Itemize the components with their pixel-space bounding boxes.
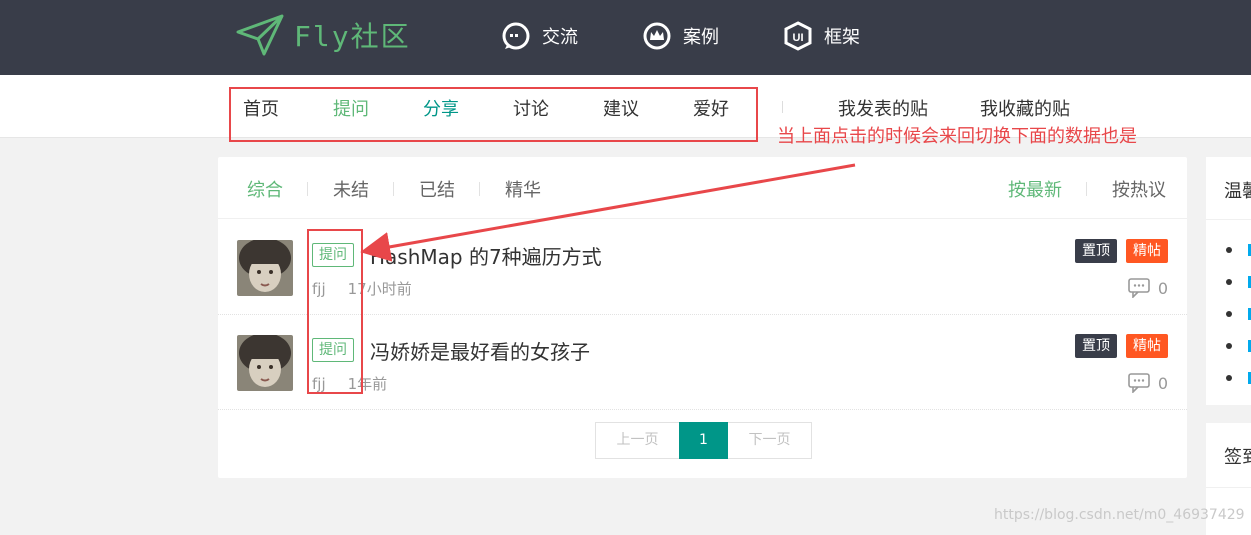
comment-icon	[1128, 373, 1150, 393]
next-page-button[interactable]: 下一页	[728, 422, 812, 459]
sidebar-notice-title: 温馨	[1224, 181, 1251, 202]
filter-bar: 综合 未结 已结 精华 按最新 按热议	[218, 157, 1187, 219]
sidebar-signin-title: 签到	[1224, 447, 1251, 468]
filter-unsolved[interactable]: 未结	[333, 176, 369, 202]
avatar[interactable]	[237, 240, 293, 296]
topnav-label: 交流	[542, 27, 578, 48]
prev-page-button[interactable]: 上一页	[595, 422, 679, 459]
topnav-item-chat[interactable]: 交流	[500, 20, 578, 52]
avatar[interactable]	[237, 335, 293, 391]
list-bullet	[1226, 279, 1232, 285]
subnav-my-favorites[interactable]: 我收藏的贴	[980, 95, 1070, 121]
subnav-divider	[782, 101, 783, 113]
site-logo[interactable]: Fly社区	[236, 12, 411, 58]
crown-icon	[641, 20, 673, 52]
annotation-box-subnav	[229, 87, 758, 142]
annotation-text: 当上面点击的时候会来回切换下面的数据也是	[777, 126, 1137, 147]
reply-count: 0	[1128, 278, 1168, 298]
reply-count-value: 0	[1157, 278, 1168, 298]
reply-count-value: 0	[1157, 373, 1168, 393]
ui-shield-icon: UI	[782, 20, 814, 52]
topnav-item-framework[interactable]: UI 框架	[782, 20, 860, 52]
subnav-my-posts[interactable]: 我发表的贴	[838, 95, 928, 121]
chat-icon	[500, 20, 532, 52]
featured-tag: 精帖	[1126, 239, 1168, 263]
topnav-item-cases[interactable]: 案例	[641, 20, 719, 52]
pinned-tag: 置顶	[1075, 334, 1117, 358]
post-title[interactable]: 冯娇娇是最好看的女孩子	[370, 336, 590, 365]
paper-plane-icon	[236, 14, 284, 56]
filter-all[interactable]: 综合	[247, 176, 283, 202]
filter-divider	[307, 182, 308, 196]
list-bullet	[1226, 375, 1232, 381]
list-bullet	[1226, 311, 1232, 317]
watermark: https://blog.csdn.net/m0_46937429	[994, 507, 1245, 523]
pagination: 上一页 1 下一页	[595, 422, 812, 459]
post-title[interactable]: HashMap 的7种遍历方式	[370, 241, 602, 270]
filter-divider	[479, 182, 480, 196]
pinned-tag: 置顶	[1075, 239, 1117, 263]
list-bullet	[1226, 343, 1232, 349]
divider	[1206, 219, 1251, 220]
comment-icon	[1128, 278, 1150, 298]
featured-tag: 精帖	[1126, 334, 1168, 358]
topnav-label: 框架	[824, 27, 860, 48]
divider	[1206, 487, 1251, 488]
post-list-card: 综合 未结 已结 精华 按最新 按热议 提问 HashMap 的7种遍历方式 f…	[218, 157, 1187, 478]
sort-hottest[interactable]: 按热议	[1112, 176, 1166, 202]
annotation-box-badges	[307, 229, 363, 394]
post-item[interactable]: 提问 冯娇娇是最好看的女孩子 fjj 1年前 置顶 精帖 0	[218, 315, 1187, 410]
top-header: Fly社区 交流 案例 UI 框架	[0, 0, 1251, 75]
post-item[interactable]: 提问 HashMap 的7种遍历方式 fjj 17小时前 置顶 精帖 0	[218, 220, 1187, 315]
filter-featured[interactable]: 精华	[505, 176, 541, 202]
sort-newest[interactable]: 按最新	[1008, 176, 1062, 202]
topnav-label: 案例	[683, 27, 719, 48]
page-1-button[interactable]: 1	[679, 422, 728, 459]
logo-text: Fly社区	[294, 20, 411, 53]
list-bullet	[1226, 247, 1232, 253]
sidebar-notice-box: 温馨	[1206, 157, 1251, 405]
svg-text:UI: UI	[793, 32, 804, 44]
filter-divider	[1086, 182, 1087, 196]
filter-divider	[393, 182, 394, 196]
filter-solved[interactable]: 已结	[419, 176, 455, 202]
reply-count: 0	[1128, 373, 1168, 393]
